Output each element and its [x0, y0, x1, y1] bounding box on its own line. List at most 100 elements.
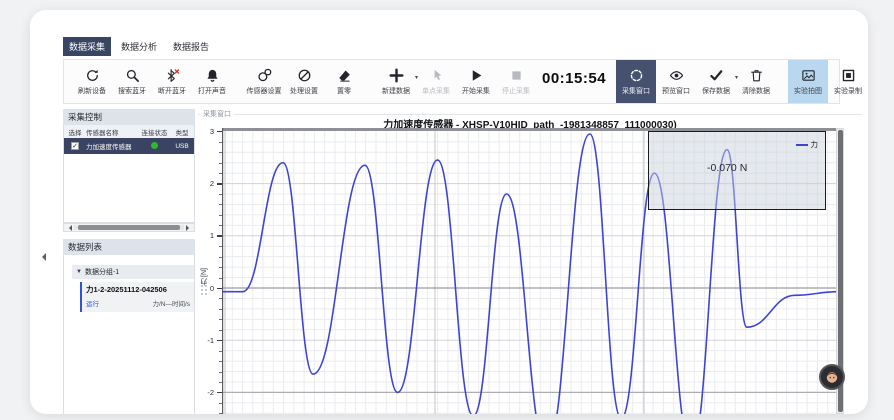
stop-icon: [508, 67, 525, 84]
sensor-type: USB: [171, 143, 193, 150]
toolbar-button-label: 搜索蓝牙: [118, 86, 146, 96]
toolbar-button-label: 实验录制: [834, 86, 862, 96]
play-icon: [468, 67, 485, 84]
data-item-title: 力1-2-20251112-042506: [86, 284, 194, 295]
zero-button[interactable]: 置零: [324, 60, 364, 103]
avatar-face-icon: [824, 369, 840, 385]
collect-window-frame-label: 采集窗口: [200, 109, 234, 119]
dashed-circle-icon: [628, 67, 645, 84]
scrollbar-thumb[interactable]: [78, 225, 179, 230]
record-icon: [840, 67, 857, 84]
status-dot: [151, 142, 158, 149]
data-item-axes: 力/N—时间/s: [152, 298, 190, 308]
data-tree: ▼ 数据分组-1 力1-2-20251112-042506 运行 力/N—时间/…: [63, 255, 195, 414]
toolbar-button-label: 置零: [337, 86, 351, 96]
bluetooth-disconnect-icon: [164, 67, 181, 84]
y-tick-label: 3: [198, 127, 214, 136]
sound-on-button[interactable]: 打开声音: [192, 60, 232, 103]
toolbar-button-label: 传感器设置: [247, 86, 282, 96]
experiment-record-button[interactable]: 实验录制: [828, 60, 868, 103]
zoom-selection-region: 力 -0.070 N: [648, 131, 826, 210]
horizontal-scrollbar[interactable]: [63, 223, 195, 232]
sensor-table: 选择 传感器名称 连接状态 类型 ✓ 力加速度传感器 USB: [63, 125, 195, 223]
assistant-avatar-button[interactable]: [819, 364, 845, 390]
check-icon: [708, 67, 725, 84]
col-status-header: 连接状态: [138, 127, 171, 137]
chevron-down-icon: ▼: [76, 269, 82, 275]
legend-series-label: 力: [811, 139, 819, 150]
data-list-panel-header: 数据列表: [63, 239, 195, 255]
sensor-name: 力加速度传感器: [86, 141, 138, 151]
desktop-background: 数据采集 数据分析 数据报告 刷新设备 搜索蓝牙 断开蓝牙 打开声音 传感器设置处理设置…: [0, 0, 894, 420]
toolbar-button-label: 单点采集: [422, 86, 450, 96]
eraser-icon: [336, 67, 353, 84]
toolbar-button-label: 保存数据: [702, 86, 730, 96]
data-item-status: 运行: [86, 298, 99, 308]
y-tick-label: -2: [198, 388, 214, 397]
tab-data-collect[interactable]: 数据采集: [63, 37, 111, 56]
scroll-right-icon[interactable]: [186, 225, 192, 231]
collect-control-panel-header: 采集控制: [63, 109, 195, 125]
app-window: 数据采集 数据分析 数据报告 刷新设备 搜索蓝牙 断开蓝牙 打开声音 传感器设置处理设置…: [30, 10, 868, 414]
sensor-checkbox[interactable]: ✓: [71, 142, 79, 150]
y-tick-label: 2: [198, 179, 214, 188]
toolbar-button-label: 处理设置: [290, 86, 318, 96]
chart-plot-area[interactable]: 力 -0.070 N: [222, 128, 838, 414]
eye-icon: [668, 67, 685, 84]
y-tick-label: 1: [198, 231, 214, 240]
col-type-header: 类型: [171, 127, 193, 137]
preview-window-button[interactable]: 预览窗口: [656, 60, 696, 103]
collect-window-button[interactable]: 采集窗口: [616, 60, 656, 103]
col-name-header: 传感器名称: [86, 127, 138, 137]
tab-bar: 数据采集 数据分析 数据报告: [63, 37, 215, 56]
chart-legend: 力: [796, 139, 819, 150]
y-tick-label: -1: [198, 336, 214, 345]
toolbar-button-label: 断开蓝牙: [158, 86, 186, 96]
refresh-device-button[interactable]: 刷新设备: [72, 60, 112, 103]
col-select-header: 选择: [64, 127, 86, 137]
toolbar-button-label: 刷新设备: [78, 86, 106, 96]
collapse-panel-icon[interactable]: [38, 253, 46, 261]
annotation-value: -0.070 N: [707, 162, 747, 174]
main-toolbar: 刷新设备 搜索蓝牙 断开蓝牙 打开声音 传感器设置处理设置 置零 ▾新建数据单点采集 开始采集…: [63, 59, 840, 104]
new-data-button[interactable]: ▾新建数据: [376, 60, 416, 103]
trash-icon: [748, 67, 765, 84]
toolbar-button-label: 开始采集: [462, 86, 490, 96]
experiment-snapshot-button[interactable]: 实验拍图: [788, 60, 828, 103]
toolbar-button-label: 采集窗口: [622, 86, 650, 96]
left-sidebar: 采集控制 选择 传感器名称 连接状态 类型 ✓ 力加速度传感器 USB: [63, 109, 195, 414]
disconnect-bluetooth-button[interactable]: 断开蓝牙: [152, 60, 192, 103]
toolbar-button-label: 新建数据: [382, 86, 410, 96]
bell-icon: [204, 67, 221, 84]
toolbar-button-label: 打开声音: [198, 86, 226, 96]
toolbar-button-label: 预览窗口: [662, 86, 690, 96]
tab-data-report[interactable]: 数据报告: [167, 37, 215, 56]
data-group-label: 数据分组-1: [85, 267, 119, 277]
gauge-icon: [296, 67, 313, 84]
single-point-button[interactable]: 单点采集: [416, 60, 456, 103]
data-group-row[interactable]: ▼ 数据分组-1: [72, 265, 194, 279]
clear-data-button[interactable]: 清除数据: [736, 60, 776, 103]
collection-timer: 00:15:54: [542, 70, 606, 87]
start-collect-button[interactable]: 开始采集: [456, 60, 496, 103]
scroll-left-icon[interactable]: [66, 225, 72, 231]
save-data-button[interactable]: ▾保存数据: [696, 60, 736, 103]
tap-icon: [428, 67, 445, 84]
legend-line-swatch: [796, 144, 808, 146]
data-item-card[interactable]: 力1-2-20251112-042506 运行 力/N—时间/s: [80, 282, 194, 312]
sensor-row[interactable]: ✓ 力加速度传感器 USB: [64, 138, 194, 154]
snapshot-icon: [800, 67, 817, 84]
sensor-icon: [256, 67, 273, 84]
search-bluetooth-button[interactable]: 搜索蓝牙: [112, 60, 152, 103]
process-settings-button[interactable]: 处理设置: [284, 60, 324, 103]
tab-data-analysis[interactable]: 数据分析: [115, 37, 163, 56]
search-icon: [124, 67, 141, 84]
refresh-icon: [84, 67, 101, 84]
toolbar-button-label: 停止采集: [502, 86, 530, 96]
stop-collect-button[interactable]: 停止采集: [496, 60, 536, 103]
sensor-settings-button[interactable]: 传感器设置: [244, 60, 284, 103]
toolbar-button-label: 实验拍图: [794, 86, 822, 96]
y-tick-label: 0: [198, 284, 214, 293]
sensor-table-header: 选择 传感器名称 连接状态 类型: [64, 125, 194, 138]
frame-line: [198, 114, 862, 115]
